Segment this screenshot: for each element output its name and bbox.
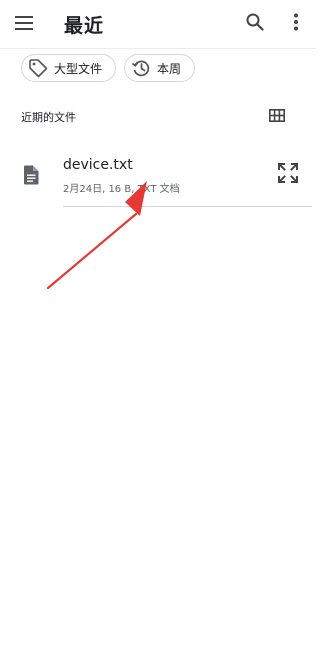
list-divider <box>63 206 312 207</box>
document-icon <box>21 164 41 186</box>
annotation-arrow <box>46 181 147 290</box>
menu-icon <box>15 15 33 34</box>
history-icon <box>131 58 151 78</box>
tag-icon <box>28 58 48 78</box>
search-button[interactable] <box>243 12 267 36</box>
grid-view-icon <box>269 107 285 126</box>
page-title: 最近 <box>64 15 105 37</box>
search-icon <box>246 13 264 35</box>
list-item[interactable]: device.txt 2月24日, 16 B, TXT 文档 <box>0 145 316 207</box>
chip-this-week[interactable]: 本周 <box>124 54 195 82</box>
app-bar: 最近 <box>0 0 316 49</box>
chip-large-files[interactable]: 大型文件 <box>21 54 116 82</box>
expand-icon <box>277 162 299 188</box>
recent-files-screen: 最近 大型文件 本周 近期的文件 device.txt 2月24日, 16 B,… <box>0 0 316 667</box>
file-name: device.txt <box>63 157 133 173</box>
chip-label: 本周 <box>157 61 182 76</box>
view-toggle-button[interactable] <box>266 105 288 127</box>
chip-label: 大型文件 <box>54 61 103 76</box>
more-options-button[interactable] <box>284 12 308 36</box>
file-meta: 2月24日, 16 B, TXT 文档 <box>63 184 180 195</box>
menu-button[interactable] <box>12 12 36 36</box>
more-vert-icon <box>293 13 299 35</box>
section-title: 近期的文件 <box>21 111 76 124</box>
expand-preview-button[interactable] <box>276 162 300 188</box>
